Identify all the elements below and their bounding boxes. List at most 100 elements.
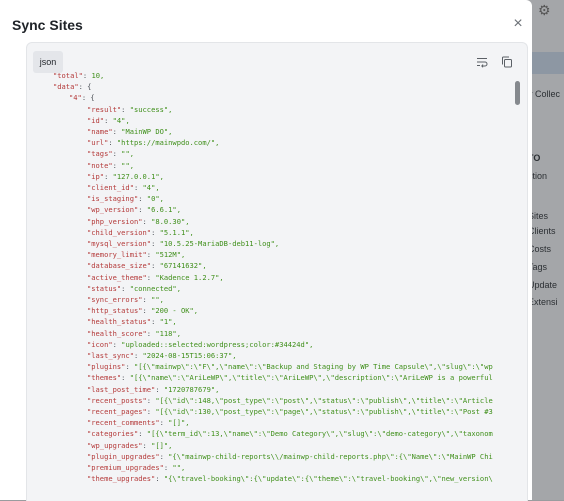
json-colon: : — [151, 317, 160, 327]
code-line: "total": 10, — [53, 70, 104, 81]
code-line: "tags": "", — [87, 148, 134, 159]
json-key: "recent_posts" — [87, 395, 147, 405]
code-line: "id": "4", — [87, 115, 130, 126]
json-value: "", — [121, 160, 134, 170]
code-line: "premium_upgrades": "", — [87, 462, 185, 473]
json-value: "200 - OK", — [151, 306, 199, 316]
json-key: "tags" — [87, 149, 113, 159]
json-colon: : — [151, 227, 160, 237]
json-key: "4" — [69, 93, 82, 103]
background-right-text: Clients — [528, 226, 556, 236]
json-colon: : — [151, 261, 160, 271]
json-colon: : — [159, 418, 169, 428]
code-line: "mysql_version": "10.5.25-MariaDB-deb11-… — [87, 238, 279, 249]
json-value: "{\"mainwp-child-reports\\/mainwp-child-… — [168, 451, 493, 461]
json-key: "wp_version" — [87, 205, 139, 215]
json-value: "[]", — [168, 418, 190, 428]
json-colon: : — [138, 194, 147, 204]
json-key: "premium_upgrades" — [87, 463, 164, 472]
json-value: { — [87, 82, 92, 92]
code-line: "recent_pages": "[{\"id\":130,\"post_typ… — [87, 406, 493, 417]
code-line: "memory_limit": "512M", — [87, 249, 185, 260]
copy-icon[interactable] — [501, 56, 513, 68]
json-colon: : — [108, 138, 117, 148]
json-value: "0", — [146, 194, 164, 204]
json-colon: : — [142, 216, 152, 226]
json-key: "status" — [87, 283, 122, 293]
code-line: "recent_comments": "[]", — [87, 417, 190, 428]
json-value: "", — [172, 463, 186, 472]
code-line: "wp_upgrades": "[]", — [87, 440, 172, 451]
json-key: "http_status" — [87, 306, 143, 316]
background-right-text: v Collec — [528, 89, 561, 99]
json-colon: : — [138, 429, 147, 439]
json-code-content: "total": 10, "data": {"4": {"result": "su… — [27, 70, 509, 501]
json-colon: : — [133, 183, 143, 192]
json-value: "[{\"term_id\":13,\"name\":\"Demo Catego… — [146, 429, 493, 439]
json-value: "6.6.1", — [146, 205, 181, 215]
json-value: "MainWP DO", — [121, 127, 173, 136]
json-value: "118", — [155, 328, 181, 338]
code-line: "wp_version": "6.6.1", — [87, 204, 181, 215]
json-key: "total" — [53, 71, 83, 80]
json-value: "[{\"id\":130,\"post_type\":\"page\",\"s… — [155, 407, 493, 416]
json-value: "[{\"mainwp\":\"F\",\"name\":\"Backup an… — [133, 362, 493, 372]
json-key: "id" — [87, 115, 105, 125]
json-key: "child_version" — [87, 227, 152, 237]
json-colon: : — [125, 362, 134, 372]
json-value: 10, — [91, 71, 105, 80]
code-line: "last_sync": "2024-08-15T15:06:37", — [87, 350, 237, 361]
code-scrollbar[interactable] — [515, 81, 521, 501]
code-line: "name": "MainWP DO", — [87, 126, 172, 137]
code-line: "last_post_time": "1720787679", — [87, 384, 219, 395]
json-colon: : — [142, 440, 152, 450]
json-value: "5.1.1", — [159, 227, 194, 237]
json-key: "themes" — [87, 373, 122, 383]
json-colon: : — [104, 115, 113, 125]
json-key: "theme_upgrades" — [87, 474, 156, 484]
json-value: { — [90, 93, 95, 103]
json-key: "result" — [87, 104, 122, 114]
close-icon[interactable]: × — [510, 16, 526, 32]
json-key: "recent_comments" — [87, 418, 160, 428]
json-key: "url" — [87, 138, 109, 148]
json-value: "", — [121, 149, 134, 159]
json-colon: : — [151, 239, 160, 248]
json-value: "", — [151, 295, 164, 304]
json-colon: : — [142, 306, 152, 316]
json-value: "[{\"id\":148,\"post_type\":\"post\",\"s… — [155, 395, 493, 405]
json-value: "https://mainwpdo.com/", — [116, 138, 220, 148]
json-colon: : — [78, 82, 88, 92]
code-line: "themes": "[{\"name\":\"AriLeWP\",\"titl… — [87, 372, 493, 383]
json-value: "8.0.30", — [151, 216, 190, 226]
json-key: "data" — [53, 82, 79, 92]
wrap-lines-icon[interactable] — [476, 56, 488, 68]
json-key: "note" — [87, 160, 113, 170]
json-key: "memory_limit" — [87, 250, 147, 260]
json-key: "last_post_time" — [87, 384, 156, 394]
json-value: "1", — [159, 317, 177, 327]
json-key: "categories" — [87, 429, 139, 439]
code-line: "result": "success", — [87, 104, 172, 115]
json-colon: : — [133, 351, 143, 360]
code-scrollbar-thumb[interactable] — [515, 81, 520, 105]
code-line: "sync_errors": "", — [87, 294, 164, 305]
json-key: "plugins" — [87, 362, 126, 372]
code-line: "php_version": "8.0.30", — [87, 216, 190, 227]
json-colon: : — [112, 127, 122, 136]
json-key: "client_id" — [87, 183, 134, 192]
code-line: "database_size": "67141632", — [87, 260, 207, 271]
code-line: "4": { — [69, 92, 95, 103]
sync-sites-modal: Sync Sites × json "total": 10, "data": {"… — [0, 0, 532, 501]
json-value: "uploaded::selected:wordpress;color:#344… — [121, 339, 314, 349]
json-key: "php_version" — [87, 216, 143, 226]
json-value: "127.0.0.1", — [112, 171, 164, 181]
json-colon: : — [104, 171, 113, 181]
json-value: "Kadence 1.2.7", — [155, 272, 224, 282]
code-line: "is_staging": "0", — [87, 193, 164, 204]
code-line: "url": "https://mainwpdo.com/", — [87, 137, 219, 148]
code-line: "http_status": "200 - OK", — [87, 305, 198, 316]
json-value: "4", — [142, 183, 160, 192]
gear-icon: ⚙ — [538, 2, 551, 18]
json-colon: : — [155, 384, 164, 394]
